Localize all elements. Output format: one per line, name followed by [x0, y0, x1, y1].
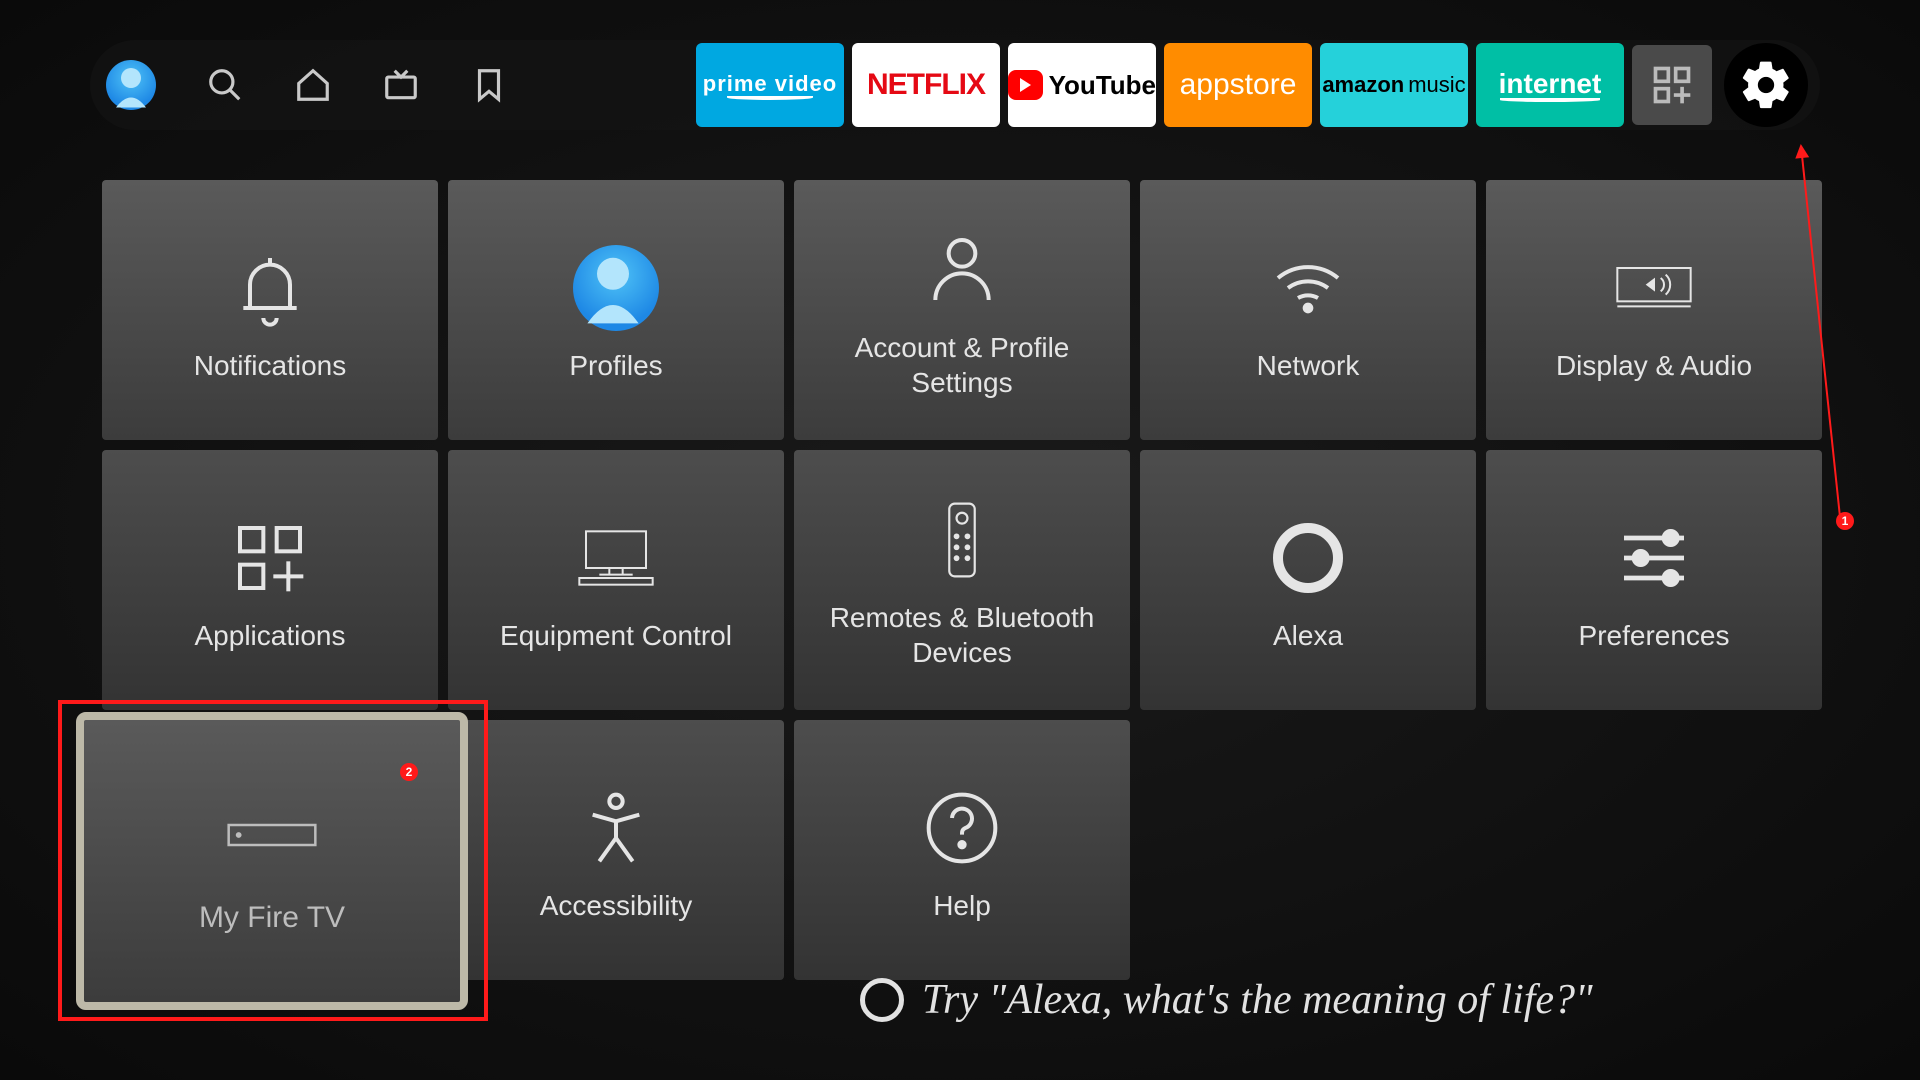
- tile-applications[interactable]: Applications: [102, 450, 438, 710]
- tile-notifications[interactable]: Notifications: [102, 180, 438, 440]
- wifi-icon: [1268, 248, 1348, 328]
- app-youtube[interactable]: YouTube: [1008, 43, 1156, 127]
- youtube-play-icon: [1008, 70, 1043, 100]
- app-netflix[interactable]: NETFLIX: [852, 43, 1000, 127]
- app-internet-label: internet: [1499, 68, 1602, 100]
- alexa-hint-bar: Try "Alexa, what's the meaning of life?": [860, 976, 1860, 1024]
- user-icon: [922, 230, 1002, 310]
- tile-accessibility-label: Accessibility: [520, 888, 712, 923]
- home-button[interactable]: [294, 66, 332, 104]
- app-internet[interactable]: internet: [1476, 43, 1624, 127]
- apps-grid-icon: [1650, 63, 1694, 107]
- tile-display-audio-label: Display & Audio: [1536, 348, 1772, 383]
- tile-equipment-label: Equipment Control: [480, 618, 752, 653]
- applications-icon: [230, 518, 310, 598]
- tile-preferences-label: Preferences: [1559, 618, 1750, 653]
- fire-tv-box-icon: [222, 811, 322, 859]
- tile-accessibility[interactable]: Accessibility: [448, 720, 784, 980]
- display-audio-icon: [1614, 248, 1694, 328]
- internet-swoosh-icon: [1500, 98, 1600, 102]
- prime-swoosh-icon: [727, 95, 813, 100]
- app-prime-video[interactable]: prime video: [696, 43, 844, 127]
- nav-left-group: [102, 60, 508, 110]
- tile-my-fire-tv[interactable]: My Fire TV: [76, 712, 468, 1010]
- tile-alexa-label: Alexa: [1253, 618, 1363, 653]
- alexa-ring-icon: [1268, 518, 1348, 598]
- tile-remotes-label: Remotes & Bluetooth Devices: [794, 600, 1130, 670]
- app-appstore[interactable]: appstore: [1164, 43, 1312, 127]
- help-icon: [922, 788, 1002, 868]
- app-netflix-label: NETFLIX: [867, 68, 985, 102]
- app-appstore-label: appstore: [1180, 68, 1297, 102]
- annotation-marker-1: 1: [1836, 512, 1854, 530]
- tile-account-profile-settings[interactable]: Account & Profile Settings: [794, 180, 1130, 440]
- tile-notifications-label: Notifications: [174, 348, 367, 383]
- bookmark-icon: [470, 66, 508, 104]
- alexa-hint-ring-icon: [860, 978, 904, 1022]
- tile-preferences[interactable]: Preferences: [1486, 450, 1822, 710]
- apps-grid-button[interactable]: [1632, 45, 1712, 125]
- tile-profiles[interactable]: Profiles: [448, 180, 784, 440]
- search-button[interactable]: [206, 66, 244, 104]
- app-music-label-left: amazon: [1322, 72, 1404, 98]
- tile-network[interactable]: Network: [1140, 180, 1476, 440]
- remote-icon: [922, 500, 1002, 580]
- bell-icon: [230, 248, 310, 328]
- top-nav-bar: prime video NETFLIX YouTube appstore ama…: [90, 40, 1820, 130]
- profile-avatar-icon: [106, 60, 156, 110]
- profile-large-icon: [573, 245, 659, 331]
- tile-profiles-label: Profiles: [549, 348, 682, 383]
- app-shortcut-row: prime video NETFLIX YouTube appstore ama…: [696, 43, 1808, 127]
- tile-help[interactable]: Help: [794, 720, 1130, 980]
- home-icon: [294, 66, 332, 104]
- tile-account-label: Account & Profile Settings: [794, 330, 1130, 400]
- tile-help-label: Help: [913, 888, 1011, 923]
- app-prime-video-label: prime video: [703, 71, 837, 97]
- tile-alexa[interactable]: Alexa: [1140, 450, 1476, 710]
- live-tv-button[interactable]: [382, 66, 420, 104]
- app-music-label-right: music: [1408, 72, 1465, 98]
- tv-icon: [382, 66, 420, 104]
- profile-avatar-button[interactable]: [106, 60, 156, 110]
- bookmark-button[interactable]: [470, 66, 508, 104]
- gear-icon: [1738, 57, 1794, 113]
- tile-my-fire-tv-label: My Fire TV: [179, 899, 365, 937]
- tile-equipment-control[interactable]: Equipment Control: [448, 450, 784, 710]
- settings-button[interactable]: [1724, 43, 1808, 127]
- alexa-hint-text: Try "Alexa, what's the meaning of life?": [922, 976, 1593, 1024]
- app-amazon-music[interactable]: amazon music: [1320, 43, 1468, 127]
- app-youtube-label: YouTube: [1049, 70, 1156, 101]
- sliders-icon: [1614, 518, 1694, 598]
- tile-network-label: Network: [1237, 348, 1380, 383]
- accessibility-icon: [576, 788, 656, 868]
- equipment-icon: [576, 518, 656, 598]
- tile-display-audio[interactable]: Display & Audio: [1486, 180, 1822, 440]
- tile-applications-label: Applications: [175, 618, 366, 653]
- search-icon: [206, 66, 244, 104]
- annotation-marker-2: 2: [400, 763, 418, 781]
- tile-remotes-bluetooth[interactable]: Remotes & Bluetooth Devices: [794, 450, 1130, 710]
